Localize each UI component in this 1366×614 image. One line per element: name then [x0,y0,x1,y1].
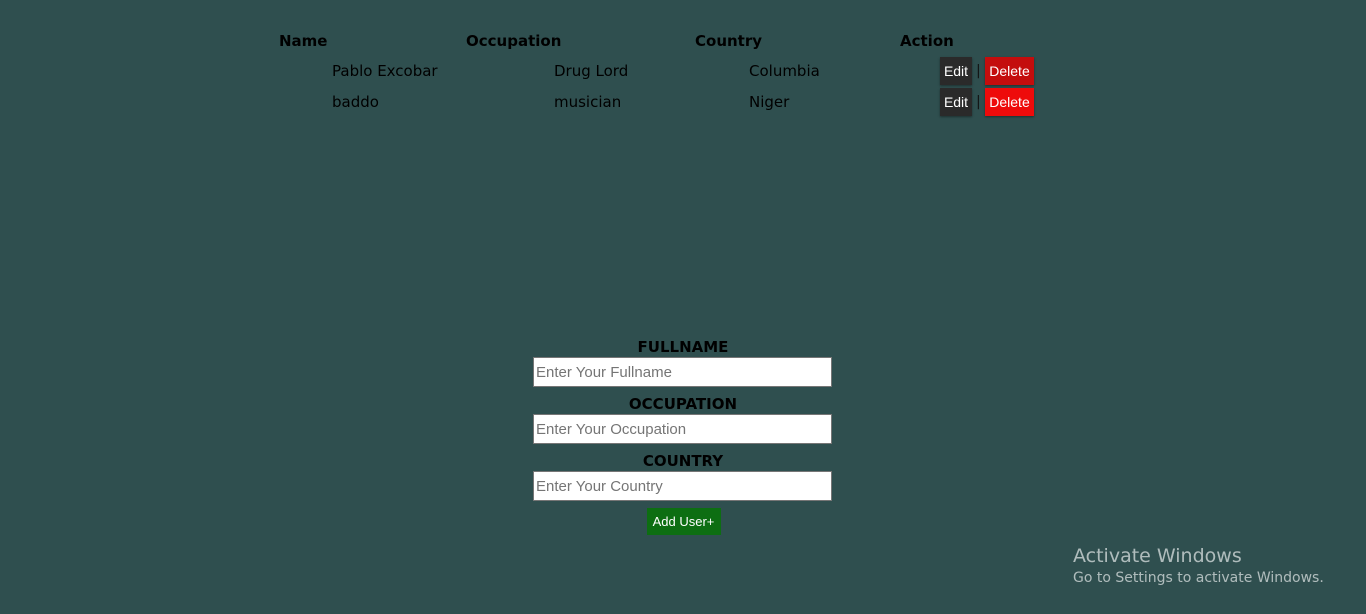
cell-name: baddo [332,93,379,111]
cell-occupation: Drug Lord [554,62,629,80]
cell-occupation: musician [554,93,622,111]
cell-name: Pablo Excobar [332,62,438,80]
users-table: Name Occupation Country Action Pablo Exc… [0,0,1366,130]
cell-country: Columbia [749,62,820,80]
delete-button[interactable]: Delete [985,57,1034,85]
edit-button[interactable]: Edit [940,57,972,85]
occupation-label: OCCUPATION [628,395,738,413]
activate-windows-watermark: Activate Windows Go to Settings to activ… [1073,544,1324,588]
country-input[interactable] [533,471,832,501]
delete-button[interactable]: Delete [985,88,1034,116]
cell-country: Niger [749,93,790,111]
watermark-title: Activate Windows [1073,545,1242,567]
submit-wrap: Add User+ [533,508,833,535]
add-user-button[interactable]: Add User+ [646,508,721,535]
edit-button[interactable]: Edit [940,88,972,116]
header-action: Action [900,32,954,50]
header-name: Name [279,32,328,50]
country-label: COUNTRY [642,452,724,470]
fullname-input[interactable] [533,357,832,387]
table-row: baddo musician Niger Edit | Delete [0,87,1366,117]
action-separator: | [976,94,981,110]
add-user-form: FULLNAME OCCUPATION COUNTRY Add User+ [533,337,833,535]
action-separator: | [976,63,981,79]
fullname-label: FULLNAME [637,338,729,356]
header-occupation: Occupation [466,32,562,50]
header-country: Country [695,32,763,50]
occupation-input[interactable] [533,414,832,444]
watermark-subtitle: Go to Settings to activate Windows. [1073,570,1324,586]
table-row: Pablo Excobar Drug Lord Columbia Edit | … [0,56,1366,86]
